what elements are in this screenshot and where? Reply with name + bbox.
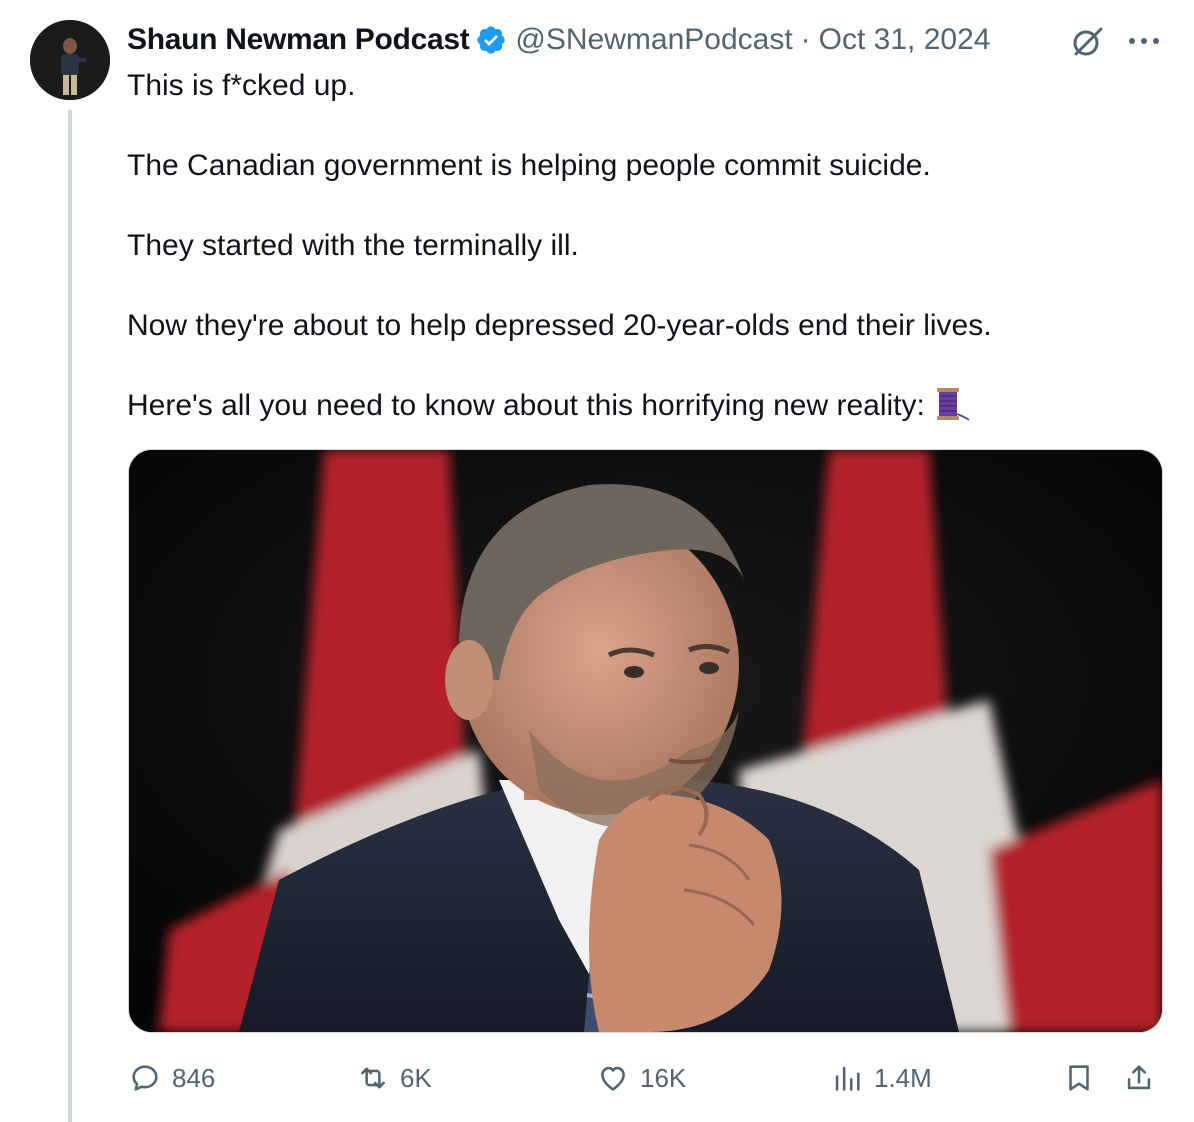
verified-badge-icon	[477, 26, 506, 54]
repost-count: 6K	[400, 1062, 432, 1093]
author-handle[interactable]: @SNewmanPodcast	[515, 23, 792, 57]
grok-icon[interactable]	[1070, 24, 1106, 60]
author-name[interactable]: Shaun Newman Podcast	[127, 23, 470, 57]
tweet-actions: 846 6K 16K 1.4M	[128, 1056, 1168, 1100]
tweet-text: This is f*cked up. The Canadian governme…	[127, 66, 1167, 426]
views-chart-icon	[835, 1066, 860, 1091]
repost-button[interactable]: 6K	[356, 1056, 432, 1100]
tweet-line: Here's all you need to know about this h…	[127, 389, 925, 422]
more-options-icon[interactable]	[1124, 26, 1164, 56]
reply-icon	[132, 1065, 158, 1091]
avatar[interactable]	[30, 20, 110, 100]
tweet-line-last: Here's all you need to know about this h…	[127, 386, 1167, 426]
reply-button[interactable]: 846	[128, 1056, 215, 1100]
share-button[interactable]	[1122, 1056, 1166, 1100]
tweet-line: They started with the terminally ill.	[127, 229, 579, 262]
bookmark-button[interactable]	[1062, 1056, 1106, 1100]
tweet-media-image[interactable]	[128, 449, 1163, 1033]
views-button[interactable]: 1.4M	[830, 1056, 932, 1100]
avatar-person-icon	[30, 20, 110, 100]
like-button[interactable]: 16K	[596, 1056, 686, 1100]
tweet-line: Now they're about to help depressed 20-y…	[127, 309, 992, 342]
separator-dot: ·	[800, 23, 811, 56]
like-count: 16K	[640, 1062, 687, 1093]
share-icon	[1127, 1065, 1151, 1090]
thread-spool-icon	[936, 388, 970, 421]
bookmark-icon	[1069, 1065, 1089, 1091]
thread-line	[68, 110, 72, 1122]
tweet-header: Shaun Newman Podcast @SNewmanPodcast · O…	[127, 18, 990, 62]
tweet-date[interactable]: Oct 31, 2024	[819, 23, 991, 57]
photo-man-in-suit-with-canadian-flags	[129, 450, 1162, 1032]
views-count: 1.4M	[874, 1062, 932, 1093]
reply-count: 846	[172, 1062, 216, 1093]
tweet-line: The Canadian government is helping peopl…	[127, 149, 931, 182]
tweet-line: This is f*cked up.	[127, 69, 356, 102]
repost-icon	[361, 1067, 385, 1089]
heart-icon	[601, 1066, 625, 1091]
